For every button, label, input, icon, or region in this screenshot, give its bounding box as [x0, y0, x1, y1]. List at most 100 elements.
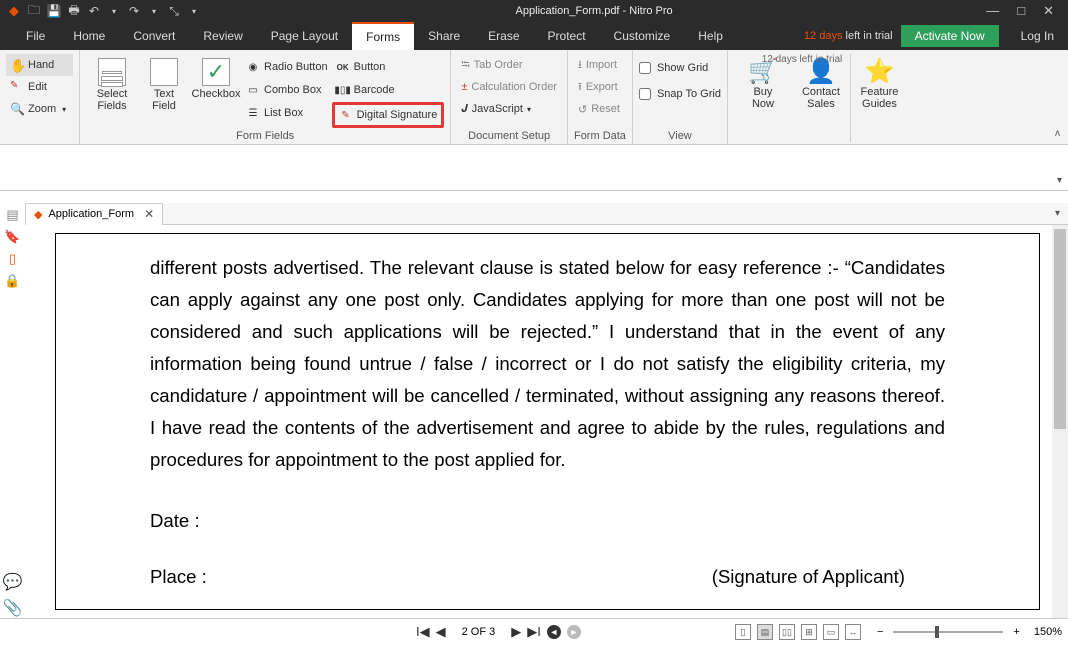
calc-order-button[interactable]: ± Calculation Order [457, 76, 561, 98]
page-navigation: I◀ ◀ 2 OF 3 ▶ ▶I ◄ ► [416, 624, 581, 640]
close-button[interactable]: ✕ [1043, 3, 1054, 19]
javascript-button[interactable]: 𝑱 JavaScript ▾ [457, 98, 561, 120]
zoom-out-button[interactable]: − [877, 626, 883, 638]
vertical-scrollbar[interactable] [1052, 225, 1068, 618]
zoom-dropdown-icon[interactable]: ▾ [62, 105, 66, 114]
page-indicator[interactable]: 2 OF 3 [462, 626, 496, 638]
menu-home[interactable]: Home [59, 22, 119, 50]
zoom-tool[interactable]: 🔍 Zoom ▾ [6, 98, 73, 120]
menu-erase[interactable]: Erase [474, 22, 533, 50]
left-panel-bottom: 💬 📎 [0, 572, 25, 618]
document-tab[interactable]: ◆ Application_Form ✕ [25, 203, 163, 225]
contact-sales-button[interactable]: 👤 Contact Sales [792, 54, 850, 142]
login-button[interactable]: Log In [1007, 29, 1068, 43]
list-box-field[interactable]: ☰ List Box [242, 102, 332, 124]
minimize-button[interactable]: — [986, 3, 999, 19]
document-page[interactable]: different posts advertised. The relevant… [55, 233, 1040, 610]
view-width-icon[interactable]: ↔ [845, 624, 861, 640]
text-field-button[interactable]: Text Field [138, 54, 190, 130]
snap-grid-label: Snap To Grid [657, 88, 721, 100]
menu-page-layout[interactable]: Page Layout [257, 22, 352, 50]
sub-bar-dropdown-icon[interactable]: ▾ [1057, 175, 1062, 186]
checkbox-button[interactable]: ✓ Checkbox [190, 54, 242, 130]
view-facing-icon[interactable]: ▯▯ [779, 624, 795, 640]
scrollbar-thumb[interactable] [1054, 229, 1066, 429]
last-page-button[interactable]: ▶I [527, 624, 541, 640]
view-fit-icon[interactable]: ▭ [823, 624, 839, 640]
combo-box-field[interactable]: ▭ Combo Box [242, 79, 332, 101]
folder-open-icon[interactable]: 🗀 [26, 3, 42, 19]
js-icon: 𝑱 [461, 103, 467, 116]
undo-dropdown-icon[interactable]: ▾ [106, 3, 122, 19]
import-button[interactable]: ⭳ Import [574, 54, 626, 76]
menu-protect[interactable]: Protect [534, 22, 600, 50]
view-continuous-icon[interactable]: ▤ [757, 624, 773, 640]
redo-icon[interactable]: ↷ [126, 3, 142, 19]
zoom-in-button[interactable]: + [1013, 626, 1019, 638]
button-field[interactable]: OK Button [332, 56, 445, 78]
security-panel-icon[interactable]: 🔒 [5, 273, 21, 289]
tab-dropdown-icon[interactable]: ▾ [1055, 208, 1068, 219]
checkbox-label: Checkbox [192, 88, 241, 100]
attachments-panel-icon[interactable]: 📎 [3, 598, 23, 618]
hand-tool[interactable]: ✋ Hand [6, 54, 73, 76]
print-icon[interactable]: 🖶 [66, 3, 82, 19]
snap-grid-toggle[interactable]: Snap To Grid [639, 84, 721, 104]
menu-forms[interactable]: Forms [352, 22, 414, 50]
undo-icon[interactable]: ↶ [86, 3, 102, 19]
edit-tool[interactable]: ✎ Edit [6, 76, 73, 98]
qat-dropdown-icon[interactable]: ▾ [186, 3, 202, 19]
menu-share[interactable]: Share [414, 22, 474, 50]
collapse-ribbon-icon[interactable]: ʌ [1055, 128, 1060, 139]
show-grid-toggle[interactable]: Show Grid [639, 58, 721, 78]
thumbnails-panel-icon[interactable]: ▤ [5, 207, 21, 223]
digital-signature-field[interactable]: ✎ Digital Signature [332, 102, 445, 128]
next-page-button[interactable]: ▶ [511, 624, 521, 640]
view-grid-icon[interactable]: ⊞ [801, 624, 817, 640]
barcode-field[interactable]: ▮▯▮ Barcode [332, 79, 445, 101]
show-grid-checkbox[interactable] [639, 62, 651, 74]
button-icon: OK [336, 60, 350, 74]
nav-forward-button[interactable]: ► [567, 625, 581, 639]
close-tab-icon[interactable]: ✕ [144, 207, 154, 221]
nav-back-button[interactable]: ◄ [547, 625, 561, 639]
redo-dropdown-icon[interactable]: ▾ [146, 3, 162, 19]
first-page-button[interactable]: I◀ [416, 624, 430, 640]
quick-access-toolbar: ◆ 🗀 💾 🖶 ↶ ▾ ↷ ▾ ⤡ ▾ [0, 3, 202, 19]
layers-panel-icon[interactable]: ▯ [5, 251, 21, 267]
window-controls: — □ ✕ [986, 3, 1068, 19]
menu-customize[interactable]: Customize [600, 22, 685, 50]
tab-order-label: Tab Order [474, 59, 523, 71]
comments-panel-icon[interactable]: 💬 [3, 572, 23, 592]
tools-label [6, 130, 73, 142]
prev-page-button[interactable]: ◀ [436, 624, 446, 640]
radio-button-field[interactable]: ◉ Radio Button [242, 56, 332, 78]
save-icon[interactable]: 💾 [46, 3, 62, 19]
menu-convert[interactable]: Convert [119, 22, 189, 50]
js-dropdown-icon[interactable]: ▾ [527, 105, 531, 114]
tab-order-button[interactable]: ⭾ Tab Order [457, 54, 561, 76]
status-bar: I◀ ◀ 2 OF 3 ▶ ▶I ◄ ► ▯ ▤ ▯▯ ⊞ ▭ ↔ − + 15… [0, 618, 1068, 645]
zoom-slider-thumb[interactable] [935, 626, 939, 638]
view-single-icon[interactable]: ▯ [735, 624, 751, 640]
trial-tail: left in trial [846, 30, 893, 42]
maximize-button[interactable]: □ [1017, 3, 1025, 19]
menu-bar: File Home Convert Review Page Layout For… [0, 22, 1068, 50]
feature-guides-button[interactable]: ⭐ Feature Guides [850, 54, 908, 142]
cursor-icon[interactable]: ⤡ [166, 3, 182, 19]
menu-review[interactable]: Review [189, 22, 256, 50]
bookmarks-panel-icon[interactable]: 🔖 [5, 229, 21, 245]
select-fields-label: Select Fields [97, 88, 128, 112]
snap-grid-checkbox[interactable] [639, 88, 651, 100]
export-button[interactable]: ⭱ Export [574, 76, 626, 98]
menu-file[interactable]: File [0, 22, 59, 50]
activate-now-button[interactable]: Activate Now [901, 25, 999, 47]
select-fields-icon [98, 58, 126, 86]
menu-help[interactable]: Help [684, 22, 737, 50]
select-fields-button[interactable]: Select Fields [86, 54, 138, 130]
zoom-slider[interactable] [893, 631, 1003, 633]
buy-now-button[interactable]: 🛒 Buy Now [734, 54, 792, 142]
reset-button[interactable]: ↺ Reset [574, 98, 626, 120]
edit-icon: ✎ [10, 80, 24, 94]
zoom-value[interactable]: 150% [1034, 626, 1062, 638]
